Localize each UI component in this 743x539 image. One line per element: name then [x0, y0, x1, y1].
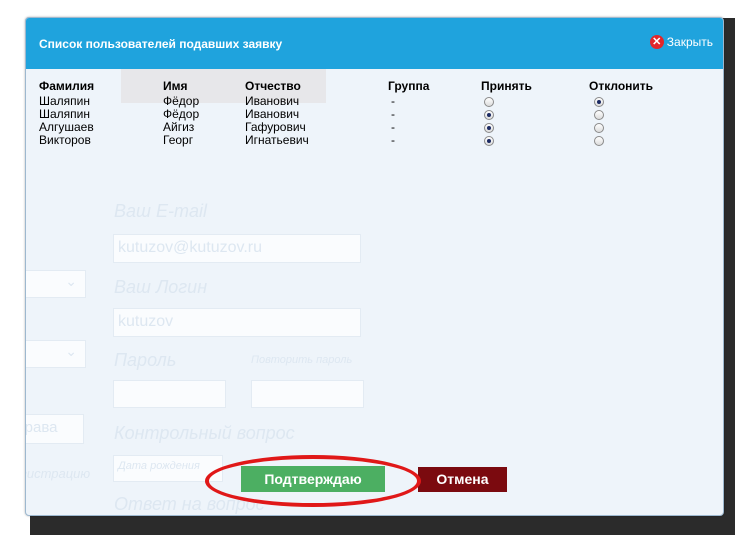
modal-header: Список пользователей подавших заявку ✕ З… — [26, 18, 723, 69]
login-field: kutuzov — [113, 308, 361, 337]
cell-group: - — [391, 120, 395, 134]
cell-patronymic: Иванович — [245, 94, 300, 108]
modal-title: Список пользователей подавших заявку — [39, 37, 283, 51]
cell-first-name: Фёдор — [163, 94, 200, 108]
email-field: kutuzov@kutuzov.ru — [113, 234, 361, 263]
accept-radio[interactable] — [484, 110, 494, 120]
cell-last-name: Шаляпин — [39, 107, 90, 121]
rights-fragment: и права — [26, 414, 84, 444]
cell-group: - — [391, 133, 395, 147]
applicants-modal: Список пользователей подавших заявку ✕ З… — [25, 17, 724, 516]
cell-patronymic: Гафурович — [245, 120, 306, 134]
cell-last-name: Шаляпин — [39, 94, 90, 108]
accept-radio[interactable] — [484, 136, 494, 146]
header-group: Группа — [388, 79, 430, 93]
password-label: Пароль — [114, 350, 177, 370]
reject-radio[interactable] — [594, 110, 604, 120]
page-background-top — [0, 0, 743, 12]
password-field — [113, 380, 226, 408]
header-last-name: Фамилия — [39, 79, 95, 93]
header-first-name: Имя — [163, 79, 188, 93]
close-label: Закрыть — [666, 35, 713, 49]
cell-first-name: Айгиз — [163, 120, 195, 134]
reject-radio[interactable] — [594, 123, 604, 133]
left-select-2 — [26, 340, 86, 368]
cell-first-name: Георг — [163, 133, 194, 147]
header-reject: Отклонить — [589, 79, 654, 93]
accept-radio[interactable] — [484, 97, 494, 107]
highlight-oval — [205, 455, 421, 507]
cell-group: - — [391, 94, 395, 108]
repeat-password-label: Повторить пароль — [251, 354, 353, 366]
reject-radio[interactable] — [594, 97, 604, 107]
header-patronymic: Отчество — [245, 79, 301, 93]
repeat-password-field — [251, 380, 364, 408]
accept-radio[interactable] — [484, 123, 494, 133]
reject-radio[interactable] — [594, 136, 604, 146]
cell-patronymic: Иванович — [245, 107, 300, 121]
secret-question-label: Контрольный вопрос — [114, 423, 295, 443]
close-button[interactable]: ✕ Закрыть — [649, 35, 713, 49]
cell-patronymic: Игнатьевич — [245, 133, 309, 147]
cell-last-name: Викторов — [39, 133, 91, 147]
email-label: Ваш E-mail — [114, 201, 207, 221]
cell-last-name: Алгушаев — [39, 120, 94, 134]
cell-first-name: Фёдор — [163, 107, 200, 121]
header-accept: Принять — [481, 79, 532, 93]
registration-fragment: регистрацию — [26, 466, 91, 481]
cell-group: - — [391, 107, 395, 121]
left-select-1 — [26, 270, 86, 298]
cancel-button[interactable]: Отмена — [418, 467, 507, 492]
close-icon: ✕ — [649, 35, 664, 49]
login-label: Ваш Логин — [114, 277, 208, 297]
